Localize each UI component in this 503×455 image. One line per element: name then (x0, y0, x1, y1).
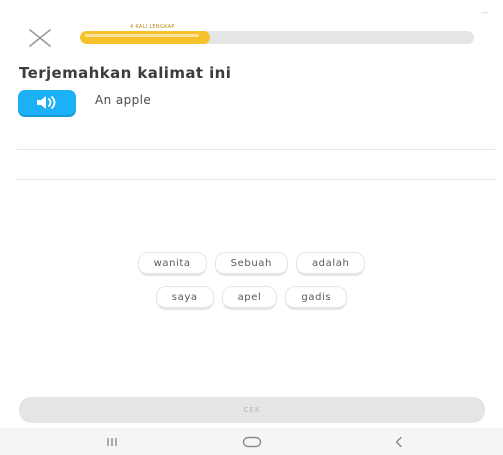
corner-mark: — (481, 8, 489, 17)
word-chip-apel[interactable]: apel (221, 286, 278, 310)
word-chip-gadis[interactable]: gadis (285, 286, 348, 310)
back-icon (395, 436, 402, 447)
home-button[interactable] (222, 428, 282, 455)
close-button[interactable] (27, 27, 53, 49)
play-audio-button[interactable] (18, 90, 76, 115)
word-bank: wanita Sebuah adalah saya apel gadis (0, 252, 503, 320)
word-chip-wanita[interactable]: wanita (137, 252, 207, 276)
close-x-icon (29, 29, 51, 47)
recents-button[interactable] (82, 428, 142, 455)
check-button[interactable]: CEK (19, 397, 485, 423)
word-bank-row-2: saya apel gadis (0, 286, 503, 310)
lesson-progress-shine (85, 34, 200, 37)
lesson-progress-bar (80, 31, 474, 44)
speaker-icon (37, 96, 56, 109)
word-chip-adalah[interactable]: adalah (295, 252, 366, 276)
word-chip-sebuah[interactable]: Sebuah (214, 252, 288, 276)
recents-icon (107, 437, 117, 446)
progress-caption: 4 KALI LENGKAP (130, 24, 175, 30)
back-button[interactable] (369, 428, 429, 455)
challenge-title: Terjemahkan kalimat ini (19, 64, 232, 82)
lesson-progress-fill (80, 31, 211, 44)
answer-line-1 (17, 149, 495, 150)
word-bank-row-1: wanita Sebuah adalah (0, 252, 503, 276)
lesson-header: 4 KALI LENGKAP — (0, 0, 503, 60)
lesson-screen: 4 KALI LENGKAP — Terjemahkan kalimat ini… (0, 0, 503, 455)
word-chip-saya[interactable]: saya (155, 286, 214, 310)
home-icon (242, 436, 262, 447)
system-nav-bar (0, 428, 503, 455)
answer-line-2 (17, 179, 495, 180)
source-sentence[interactable]: An apple (95, 93, 151, 107)
